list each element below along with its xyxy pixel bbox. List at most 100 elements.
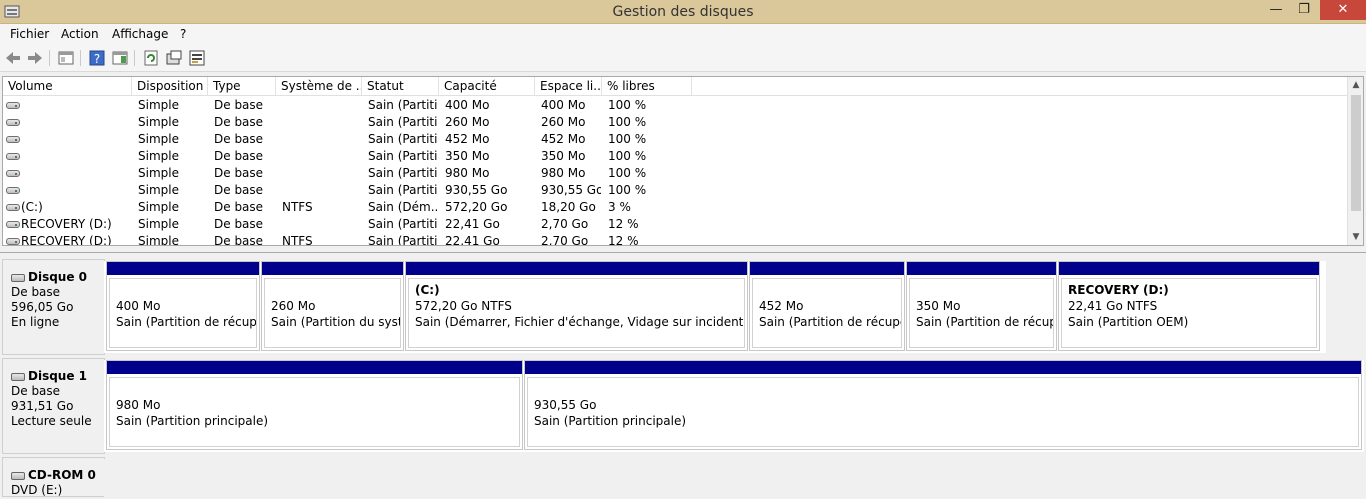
window-title: Gestion des disques — [612, 4, 754, 20]
partition-disk0-1[interactable]: 400 Mo Sain (Partition de récupéra — [106, 261, 260, 351]
volume-list: Volume Disposition Type Système de ... S… — [2, 76, 1364, 246]
partition-name — [116, 282, 256, 298]
disk-0-label[interactable]: Disque 0 De base 596,05 Go En ligne — [2, 259, 105, 355]
partition-status: Sain (Partition principale) — [534, 414, 687, 428]
cdrom-0-type: DVD (E:) — [11, 483, 63, 497]
cell-free-space: 2,70 Go — [541, 234, 589, 246]
partition-disk1-2-body: 930,55 Go Sain (Partition principale) — [527, 377, 1359, 447]
refresh-icon[interactable] — [142, 49, 160, 67]
cell-filesystem — [282, 131, 362, 148]
cell-capacity: 400 Mo — [445, 98, 490, 112]
action-pane-icon[interactable] — [111, 49, 129, 67]
scroll-thumb[interactable] — [1351, 95, 1361, 211]
cell-free-space: 452 Mo — [541, 132, 586, 146]
partition-status: Sain (Partition de récupéra — [916, 315, 1053, 329]
hard-disk-icon — [11, 372, 25, 381]
column-header-type[interactable]: Type — [208, 77, 276, 96]
cell-status: Sain (Partiti — [368, 183, 438, 197]
table-row[interactable]: Simple De base Sain (Partiti 452 Mo 452 Mo 10… — [3, 131, 1348, 148]
table-row[interactable]: Simple De base Sain (Partiti 260 Mo 260 Mo 10… — [3, 114, 1348, 131]
volume-icon — [6, 170, 20, 177]
partition-disk1-1-body: 980 Mo Sain (Partition principale) — [109, 377, 520, 447]
scroll-down-icon[interactable]: ▼ — [1348, 229, 1363, 245]
partition-bar — [525, 361, 1361, 374]
cell-status: Sain (Partiti — [368, 166, 438, 180]
partition-disk0-c[interactable]: (C:) 572,20 Go NTFS Sain (Démarrer, Fich… — [405, 261, 748, 351]
help-icon[interactable]: ? — [88, 49, 106, 67]
table-row[interactable]: Simple De base Sain (Partiti 930,55 Go 930,5… — [3, 182, 1348, 199]
table-row[interactable]: Simple De base Sain (Partiti 350 Mo 350 Mo 10… — [3, 148, 1348, 165]
menu-affichage[interactable]: Affichage — [110, 27, 170, 41]
cdrom-0-name-wrap: CD-ROM 0 — [11, 468, 104, 483]
cell-filesystem — [282, 165, 362, 182]
minimize-button[interactable]: — — [1262, 0, 1290, 20]
partition-disk1-2[interactable]: 930,55 Go Sain (Partition principale) — [524, 360, 1362, 450]
partition-disk0-recovery[interactable]: RECOVERY (D:) 22,41 Go NTFS Sain (Partit… — [1058, 261, 1320, 351]
column-header-disposition[interactable]: Disposition — [132, 77, 208, 96]
cell-volume — [21, 131, 131, 148]
cdrom-0-area — [104, 459, 1364, 499]
cell-type: De base — [214, 166, 264, 180]
column-header-volume[interactable]: Volume — [3, 77, 132, 96]
partition-bar — [107, 361, 522, 374]
column-header-filesystem[interactable]: Système de ... — [276, 77, 362, 96]
partition-disk0-2[interactable]: 260 Mo Sain (Partition du systèm — [261, 261, 404, 351]
column-header-capacity[interactable]: Capacité — [439, 77, 535, 96]
table-row[interactable]: (C:) Simple De base NTFS Sain (Dém... 572,20 … — [3, 199, 1348, 216]
cell-status: Sain (Partiti — [368, 149, 438, 163]
cell-type: De base — [214, 217, 264, 231]
menu-fichier[interactable]: Fichier — [8, 27, 51, 41]
cell-free-space: 18,20 Go — [541, 200, 596, 214]
cell-disposition: Simple — [138, 234, 179, 246]
properties-icon[interactable] — [165, 49, 183, 67]
cell-capacity: 350 Mo — [445, 149, 490, 163]
table-row[interactable]: Simple De base Sain (Partiti 400 Mo 400 Mo 10… — [3, 97, 1348, 114]
partition-status: Sain (Partition OEM) — [1068, 315, 1189, 329]
cell-percent-free: 100 % — [608, 132, 647, 146]
close-button[interactable]: ✕ — [1320, 0, 1366, 20]
partition-bar — [907, 262, 1056, 275]
cell-filesystem — [282, 148, 362, 165]
partition-disk0-c-body: (C:) 572,20 Go NTFS Sain (Démarrer, Fich… — [408, 278, 745, 348]
scroll-up-icon[interactable]: ▲ — [1348, 77, 1363, 93]
partition-size: 260 Mo — [271, 299, 316, 313]
cell-free-space: 260 Mo — [541, 115, 586, 129]
partition-disk0-4-body: 452 Mo Sain (Partition de récupérat — [752, 278, 902, 348]
disk-1-label[interactable]: Disque 1 De base 931,51 Go Lecture seule — [2, 358, 105, 454]
console-tree-icon[interactable] — [57, 49, 75, 67]
cell-percent-free: 12 % — [608, 234, 639, 246]
menu-help[interactable]: ? — [178, 27, 188, 41]
hard-disk-icon — [11, 273, 25, 282]
cell-status: Sain (Partiti — [368, 217, 438, 231]
cdrom-0-label[interactable]: CD-ROM 0 DVD (E:) — [2, 457, 105, 497]
menu-action[interactable]: Action — [59, 27, 101, 41]
rescan-disks-icon[interactable] — [188, 49, 206, 67]
partition-disk0-5-body: 350 Mo Sain (Partition de récupéra — [909, 278, 1054, 348]
partition-disk0-recovery-body: RECOVERY (D:) 22,41 Go NTFS Sain (Partit… — [1061, 278, 1317, 348]
partition-size: 22,41 Go NTFS — [1068, 299, 1158, 313]
table-row[interactable]: RECOVERY (D:) Simple De base Sain (Partiti 2… — [3, 216, 1348, 233]
partition-disk0-5[interactable]: 350 Mo Sain (Partition de récupéra — [906, 261, 1057, 351]
column-header-percent-free[interactable]: % libres — [602, 77, 692, 96]
partition-bar — [1059, 262, 1319, 275]
partition-name — [759, 282, 901, 298]
disk-1-name: Disque 1 — [28, 369, 88, 383]
maximize-button[interactable]: ❐ — [1290, 0, 1318, 20]
volume-icon — [6, 238, 20, 245]
back-icon[interactable] — [4, 49, 22, 67]
vertical-scrollbar[interactable]: ▲ ▼ — [1347, 77, 1363, 245]
cell-disposition: Simple — [138, 132, 179, 146]
table-row[interactable]: RECOVERY (D:) Simple De base NTFS Sain (Part… — [3, 233, 1348, 246]
cell-disposition: Simple — [138, 217, 179, 231]
cell-status: Sain (Partiti — [368, 132, 438, 146]
column-header-free-space[interactable]: Espace li... — [535, 77, 602, 96]
partition-bar — [262, 262, 403, 275]
disk-0-name-wrap: Disque 0 — [11, 270, 104, 285]
menu-bar: Fichier Action Affichage ? — [0, 24, 1366, 44]
column-header-status[interactable]: Statut — [362, 77, 439, 96]
partition-disk0-4[interactable]: 452 Mo Sain (Partition de récupérat — [749, 261, 905, 351]
forward-icon[interactable] — [26, 49, 44, 67]
cell-filesystem: NTFS — [282, 234, 313, 246]
partition-disk1-1[interactable]: 980 Mo Sain (Partition principale) — [106, 360, 523, 450]
table-row[interactable]: Simple De base Sain (Partiti 980 Mo 980 Mo 10… — [3, 165, 1348, 182]
